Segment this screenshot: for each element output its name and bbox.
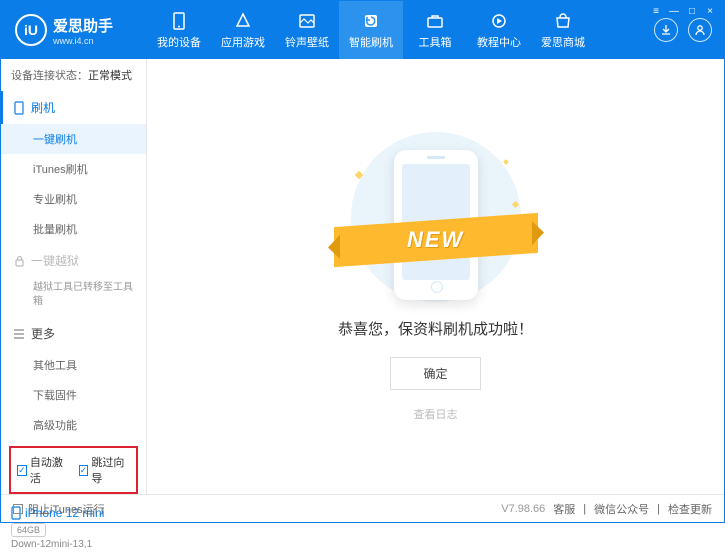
status-value: 正常模式 bbox=[88, 70, 132, 82]
nav-apps[interactable]: 应用游戏 bbox=[211, 1, 275, 59]
more-icon bbox=[13, 328, 25, 340]
main-content: NEW 恭喜您，保资料刷机成功啦！ 确定 查看日志 bbox=[147, 59, 724, 494]
chk-label: 阻止iTunes运行 bbox=[28, 501, 105, 517]
connection-status: 设备连接状态：正常模式 bbox=[1, 59, 146, 91]
device-fw: Down-12mini-13,1 bbox=[11, 539, 136, 550]
check-update-link[interactable]: 检查更新 bbox=[668, 501, 712, 517]
toolbox-icon bbox=[425, 11, 445, 31]
nav-flash[interactable]: 智能刷机 bbox=[339, 1, 403, 59]
checkbox-block-itunes[interactable]: 阻止iTunes运行 bbox=[13, 501, 105, 517]
apps-icon bbox=[233, 11, 253, 31]
nav-label: 智能刷机 bbox=[349, 34, 393, 50]
flash-options: ✓自动激活 ✓跳过向导 bbox=[9, 446, 138, 494]
window-menu-icon[interactable]: ≡ bbox=[648, 4, 664, 18]
window-controls: ≡ — □ × bbox=[648, 4, 718, 18]
nav-ringtone[interactable]: 铃声壁纸 bbox=[275, 1, 339, 59]
sidebar-item-advanced[interactable]: 高级功能 bbox=[1, 410, 146, 440]
lock-icon bbox=[13, 255, 25, 267]
section-title: 刷机 bbox=[31, 99, 55, 116]
wallpaper-icon bbox=[297, 11, 317, 31]
success-illustration: NEW bbox=[346, 132, 526, 302]
nav-label: 爱思商城 bbox=[541, 34, 585, 50]
checkbox-auto-activate[interactable]: ✓自动激活 bbox=[17, 454, 69, 486]
app-url: www.i4.cn bbox=[53, 36, 113, 46]
tutorial-icon bbox=[489, 11, 509, 31]
section-flash[interactable]: 刷机 bbox=[1, 91, 146, 124]
sidebar-item-download-fw[interactable]: 下载固件 bbox=[1, 380, 146, 410]
section-title: 更多 bbox=[31, 325, 55, 342]
nav-store[interactable]: 爱思商城 bbox=[531, 1, 595, 59]
jailbreak-note: 越狱工具已转移至工具箱 bbox=[1, 277, 146, 317]
checkbox-skip-setup[interactable]: ✓跳过向导 bbox=[79, 454, 131, 486]
logo-icon: iU bbox=[15, 14, 47, 46]
minimize-button[interactable]: — bbox=[666, 4, 682, 18]
nav-label: 应用游戏 bbox=[221, 34, 265, 50]
nav-label: 铃声壁纸 bbox=[285, 34, 329, 50]
ok-button[interactable]: 确定 bbox=[390, 357, 480, 390]
close-button[interactable]: × bbox=[702, 4, 718, 18]
view-log-link[interactable]: 查看日志 bbox=[414, 406, 458, 422]
download-button[interactable] bbox=[654, 18, 678, 42]
store-icon bbox=[553, 11, 573, 31]
footer: 阻止iTunes运行 V7.98.66 客服 | 微信公众号 | 检查更新 bbox=[1, 494, 724, 522]
sidebar-item-batch-flash[interactable]: 批量刷机 bbox=[1, 214, 146, 244]
sidebar: 设备连接状态：正常模式 刷机 一键刷机 iTunes刷机 专业刷机 批量刷机 一… bbox=[1, 59, 147, 494]
sidebar-item-itunes-flash[interactable]: iTunes刷机 bbox=[1, 154, 146, 184]
app-name: 爱思助手 bbox=[53, 15, 113, 36]
header: iU 爱思助手 www.i4.cn 我的设备 应用游戏 铃声壁纸 智能刷机 bbox=[1, 1, 724, 59]
user-button[interactable] bbox=[688, 18, 712, 42]
storage-badge: 64GB bbox=[11, 523, 46, 537]
app-window: ≡ — □ × iU 爱思助手 www.i4.cn 我的设备 应用游戏 铃声壁纸 bbox=[0, 0, 725, 523]
flash-small-icon bbox=[13, 102, 25, 114]
logo[interactable]: iU 爱思助手 www.i4.cn bbox=[1, 14, 147, 46]
nav-tutorial[interactable]: 教程中心 bbox=[467, 1, 531, 59]
success-message: 恭喜您，保资料刷机成功啦！ bbox=[338, 318, 533, 339]
version-label: V7.98.66 bbox=[501, 503, 545, 515]
nav-toolbox[interactable]: 工具箱 bbox=[403, 1, 467, 59]
nav-label: 教程中心 bbox=[477, 34, 521, 50]
phone-icon bbox=[169, 11, 189, 31]
section-more[interactable]: 更多 bbox=[1, 317, 146, 350]
flash-subitems: 一键刷机 iTunes刷机 专业刷机 批量刷机 bbox=[1, 124, 146, 244]
chk-label: 自动激活 bbox=[30, 454, 69, 486]
header-right bbox=[654, 18, 724, 42]
status-label: 设备连接状态： bbox=[11, 70, 88, 82]
more-subitems: 其他工具 下载固件 高级功能 bbox=[1, 350, 146, 440]
sidebar-item-other-tools[interactable]: 其他工具 bbox=[1, 350, 146, 380]
body: 设备连接状态：正常模式 刷机 一键刷机 iTunes刷机 专业刷机 批量刷机 一… bbox=[1, 59, 724, 494]
flash-icon bbox=[361, 11, 381, 31]
top-nav: 我的设备 应用游戏 铃声壁纸 智能刷机 工具箱 教程中心 bbox=[147, 1, 654, 59]
chk-label: 跳过向导 bbox=[91, 454, 130, 486]
service-link[interactable]: 客服 bbox=[553, 501, 575, 517]
wechat-link[interactable]: 微信公众号 bbox=[594, 501, 649, 517]
sidebar-item-oneclick-flash[interactable]: 一键刷机 bbox=[1, 124, 146, 154]
maximize-button[interactable]: □ bbox=[684, 4, 700, 18]
sidebar-item-pro-flash[interactable]: 专业刷机 bbox=[1, 184, 146, 214]
nav-label: 工具箱 bbox=[419, 34, 452, 50]
nav-label: 我的设备 bbox=[157, 34, 201, 50]
section-jailbreak: 一键越狱 bbox=[1, 244, 146, 277]
section-title: 一键越狱 bbox=[31, 252, 79, 269]
nav-my-device[interactable]: 我的设备 bbox=[147, 1, 211, 59]
